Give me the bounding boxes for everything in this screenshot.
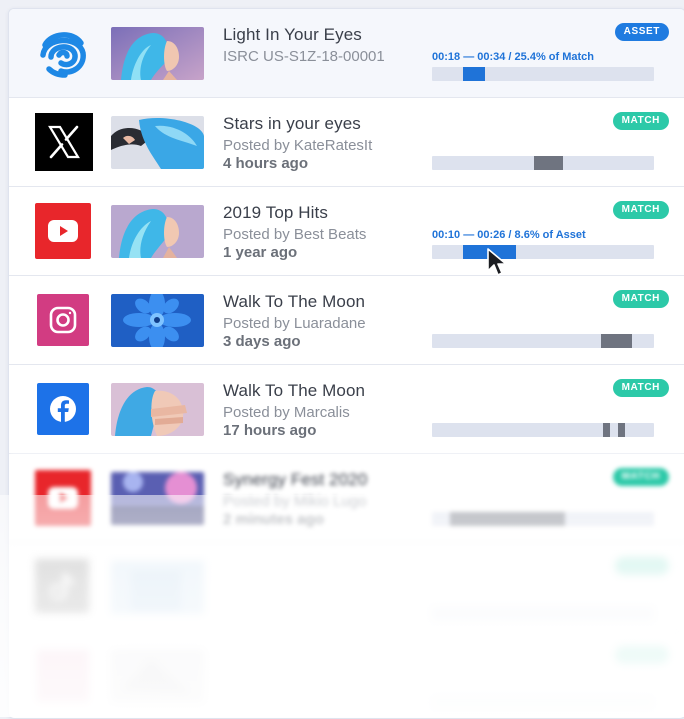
list-item[interactable]: 2019 Top Hits Posted by Best Beats 1 yea…	[9, 187, 684, 276]
item-time: 3 days ago	[223, 333, 301, 350]
timeline-track[interactable]	[432, 245, 654, 259]
match-badge	[615, 557, 669, 575]
matches-list: Light In Your Eyes ISRC US-S1Z-18-00001 …	[8, 8, 684, 719]
youtube-icon	[35, 203, 91, 259]
item-title[interactable]: Walk To The Moon	[223, 292, 365, 312]
timeline-track[interactable]	[432, 156, 654, 170]
match-badge: MATCH	[612, 201, 669, 219]
mouse-cursor-icon	[487, 248, 507, 276]
timeline-segment[interactable]	[618, 423, 626, 437]
item-title[interactable]: Stars in your eyes	[223, 114, 361, 134]
list-item[interactable]: Walk To The Moon Posted by Marcalis 17 h…	[9, 365, 684, 454]
timeline-track[interactable]	[432, 67, 654, 81]
match-badge: MATCH	[612, 112, 669, 130]
video-thumbnail[interactable]	[111, 650, 204, 703]
list-item[interactable]: Walk To The Moon Posted by Luaradane 3 d…	[9, 276, 684, 365]
youtube-icon	[35, 470, 91, 526]
item-time: 2 minutes ago	[223, 511, 324, 528]
timeline-track[interactable]	[432, 512, 654, 526]
match-badge: MATCH	[612, 379, 669, 397]
asset-badge: ASSET	[614, 23, 669, 41]
match-badge: MATCH	[612, 290, 669, 308]
item-title[interactable]: Synergy Fest 2020	[223, 470, 367, 490]
blue-hair-woman-hands-face-thumbnail[interactable]	[111, 383, 204, 436]
timeline-track[interactable]	[432, 696, 654, 710]
item-title[interactable]: Light In Your Eyes	[223, 25, 362, 45]
blue-flower-thumbnail[interactable]	[111, 294, 204, 347]
blue-hair-woman-leaning-thumbnail[interactable]	[111, 116, 204, 169]
timeline-track[interactable]	[432, 607, 654, 621]
timeline-track[interactable]	[432, 423, 654, 437]
video-thumbnail[interactable]	[111, 561, 204, 614]
fingerprint-icon	[35, 25, 91, 81]
facebook-icon	[37, 383, 89, 435]
timeline-segment[interactable]	[449, 512, 566, 526]
concert-lights-thumbnail[interactable]	[111, 472, 204, 525]
segment-label: 00:10 — 00:26 / 8.6% of Asset	[432, 229, 586, 241]
blue-hair-woman-profile-thumbnail[interactable]	[111, 205, 204, 258]
item-subtitle: Posted by Luaradane	[223, 315, 366, 332]
timeline-track[interactable]	[432, 334, 654, 348]
item-time: 4 hours ago	[223, 155, 309, 172]
match-badge: MATCH	[612, 468, 669, 486]
item-subtitle: Posted by Best Beats	[223, 226, 367, 243]
instagram-icon	[37, 294, 89, 346]
list-item[interactable]: Light In Your Eyes ISRC US-S1Z-18-00001 …	[9, 9, 684, 98]
item-subtitle: Posted by Mikio Lugo	[223, 493, 367, 510]
timeline-segment[interactable]	[534, 156, 563, 170]
list-item[interactable]	[9, 632, 684, 718]
instagram-icon	[37, 650, 89, 702]
list-item[interactable]	[9, 543, 684, 632]
item-title[interactable]: Walk To The Moon	[223, 381, 365, 401]
item-time: 17 hours ago	[223, 422, 317, 439]
blue-hair-woman-profile-thumbnail[interactable]	[111, 27, 204, 80]
list-item[interactable]: Synergy Fest 2020 Posted by Mikio Lugo 2…	[9, 454, 684, 543]
segment-label: 00:18 — 00:34 / 25.4% of Match	[432, 51, 595, 63]
x-logo-icon	[35, 113, 93, 171]
item-subtitle: Posted by KateRatesIt	[223, 137, 373, 154]
timeline-segment[interactable]	[600, 334, 632, 348]
list-item[interactable]: Stars in your eyes Posted by KateRatesIt…	[9, 98, 684, 187]
match-badge	[615, 646, 669, 664]
timeline-segment[interactable]	[602, 423, 610, 437]
item-title[interactable]: 2019 Top Hits	[223, 203, 328, 223]
item-subtitle: ISRC US-S1Z-18-00001	[223, 48, 385, 65]
timeline-segment[interactable]	[463, 67, 486, 81]
item-subtitle: Posted by Marcalis	[223, 404, 350, 421]
item-time: 1 year ago	[223, 244, 298, 261]
tiktok-icon	[35, 559, 89, 613]
